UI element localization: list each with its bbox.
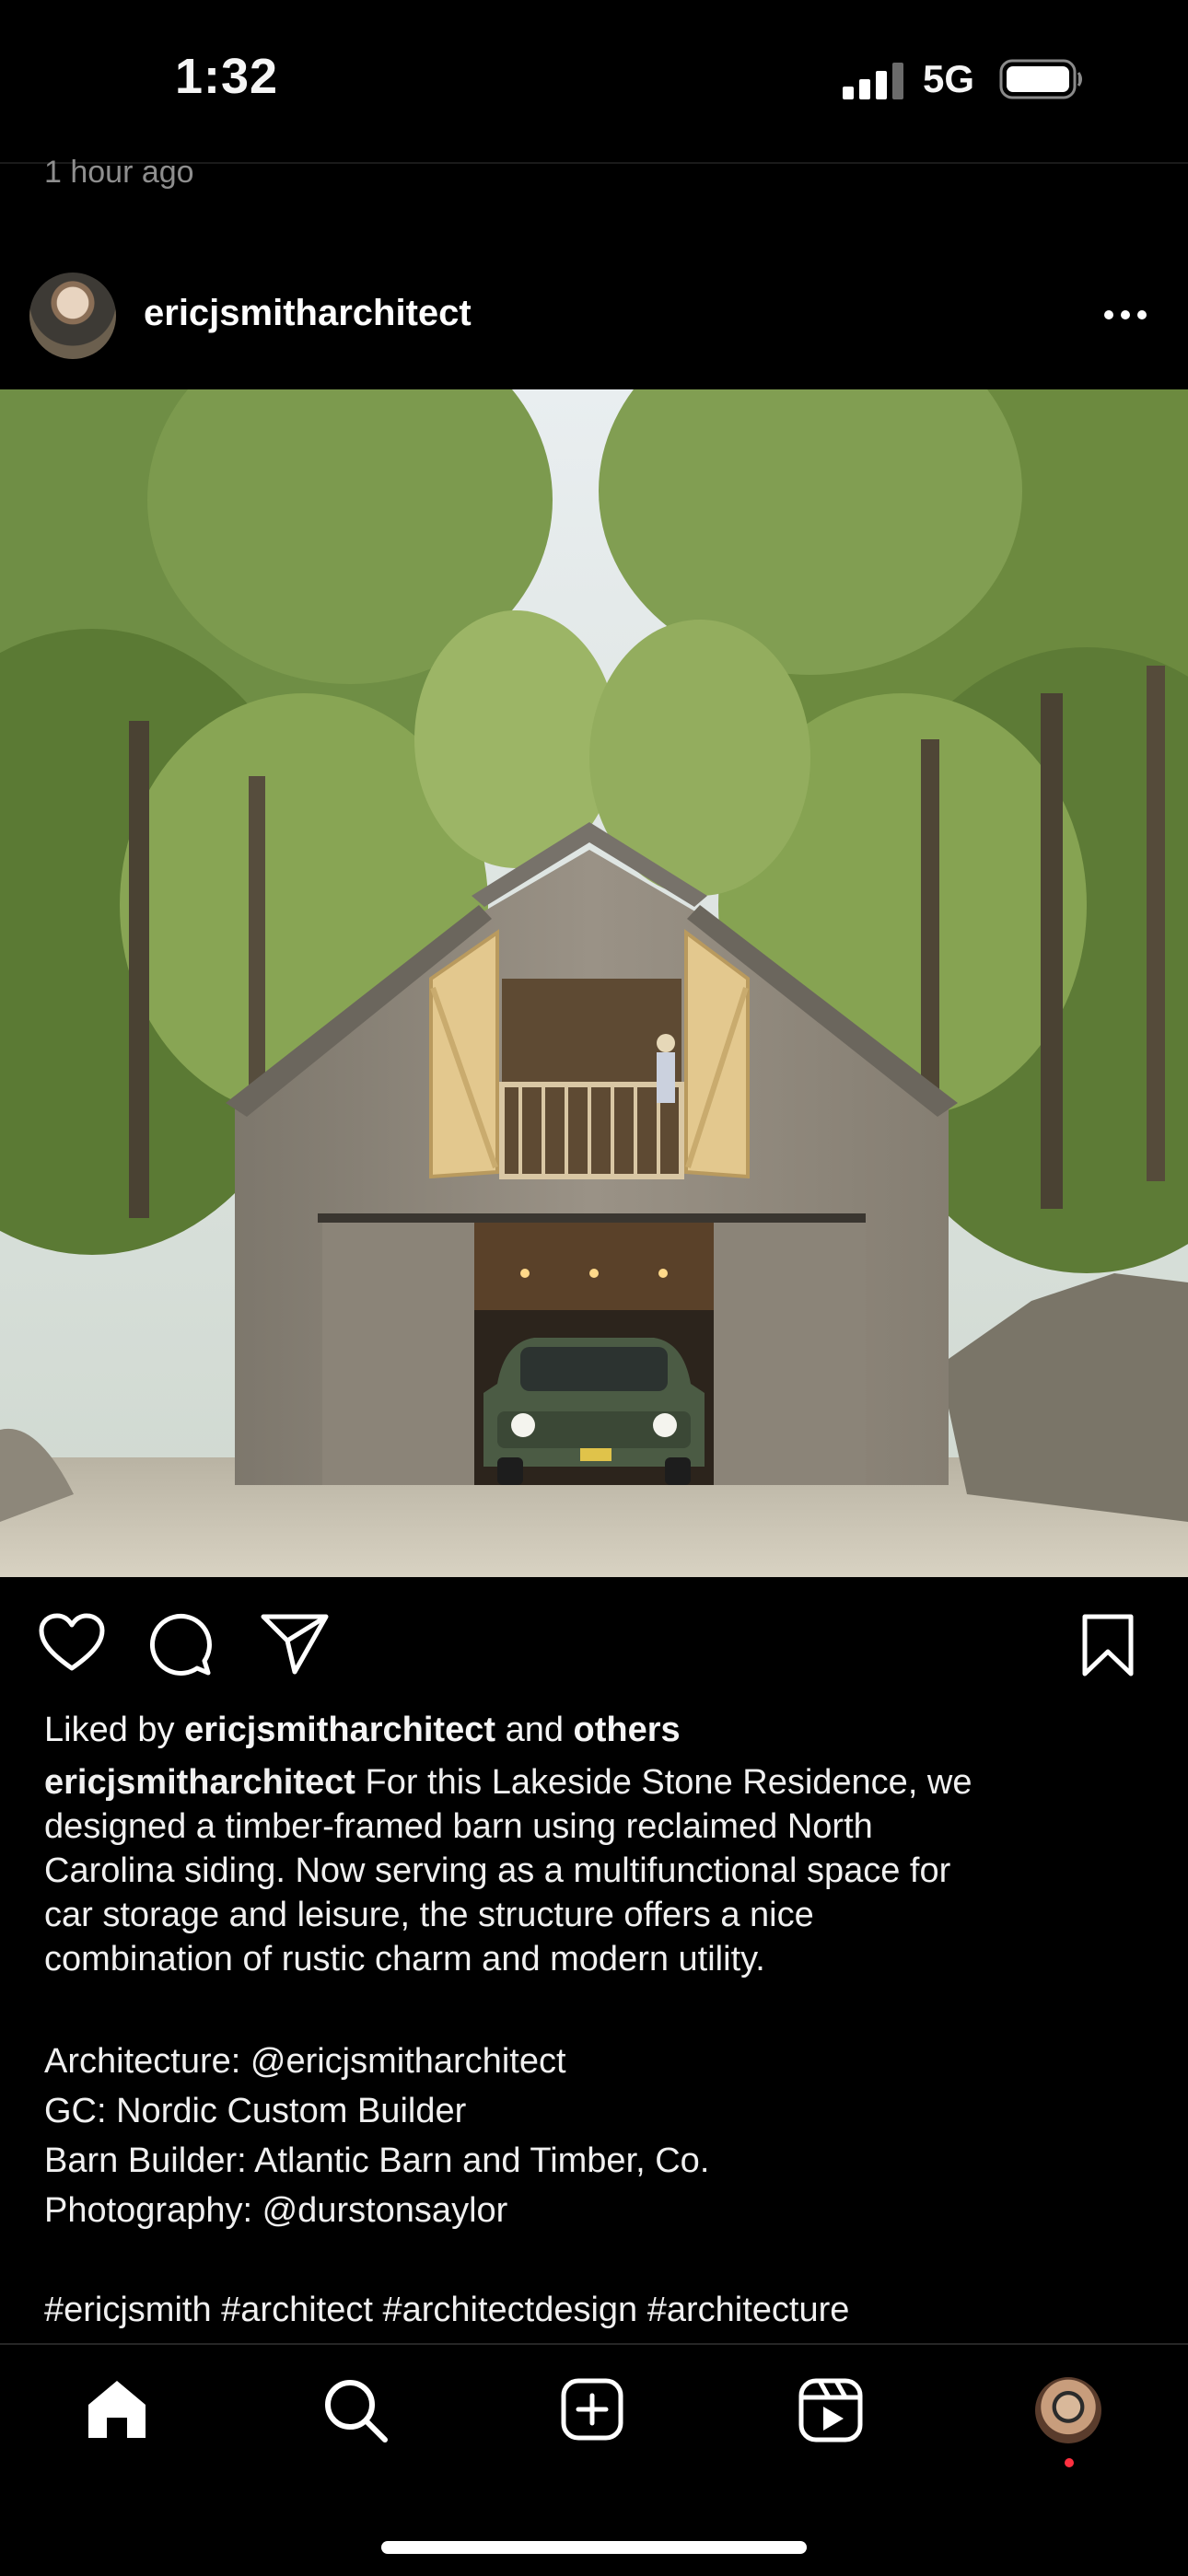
- caption-line: designed a timber-framed barn using recl…: [44, 1807, 873, 1846]
- search-icon[interactable]: [322, 2377, 389, 2443]
- liked-by-user[interactable]: ericjsmitharchitect: [184, 1711, 495, 1749]
- caption-line: ericjsmitharchitect For this Lakeside St…: [44, 1763, 973, 1802]
- likes-and: and: [495, 1711, 574, 1749]
- bookmark-save-icon[interactable]: [1079, 1613, 1136, 1677]
- post-caption: ericjsmitharchitect For this Lakeside St…: [44, 1760, 1149, 2335]
- caption-line: Carolina siding. Now serving as a multif…: [44, 1851, 951, 1890]
- credit-barn-builder: Barn Builder: Atlantic Barn and Timber, …: [44, 2141, 710, 2180]
- previous-post-timestamp: 1 hour ago: [44, 155, 194, 190]
- credit-photography: Photography: @durstonsaylor: [44, 2191, 508, 2230]
- create-post-icon[interactable]: [560, 2377, 624, 2442]
- caption-line: car storage and leisure, the structure o…: [44, 1896, 814, 1934]
- credit-architecture: Architecture: @ericjsmitharchitect: [44, 2042, 566, 2081]
- notification-dot: [1065, 2458, 1074, 2467]
- more-options-icon[interactable]: [1101, 295, 1149, 335]
- share-send-icon[interactable]: [260, 1611, 330, 1676]
- cellular-signal-icon: [843, 63, 903, 99]
- post-author-avatar[interactable]: [29, 273, 116, 359]
- home-icon[interactable]: [85, 2377, 149, 2442]
- caption-line: combination of rustic charm and modern u…: [44, 1940, 765, 1978]
- profile-avatar-tab[interactable]: [1035, 2377, 1101, 2443]
- comment-icon[interactable]: [149, 1613, 214, 1677]
- caption-username[interactable]: ericjsmitharchitect: [44, 1763, 355, 1802]
- like-heart-icon[interactable]: [39, 1613, 105, 1674]
- battery-icon: [999, 59, 1082, 99]
- status-time: 1:32: [175, 49, 279, 104]
- caption-viewport: ericjsmitharchitect For this Lakeside St…: [0, 1749, 1188, 2338]
- post-photo[interactable]: [0, 389, 1188, 1577]
- likes-prefix: Liked by: [44, 1711, 185, 1749]
- likes-summary[interactable]: Liked by ericjsmitharchitect and others: [44, 1711, 681, 1750]
- post-username[interactable]: ericjsmitharchitect: [144, 293, 472, 334]
- caption-hashtags[interactable]: #ericjsmith #architect #architectdesign …: [44, 2285, 1149, 2335]
- credit-gc: GC: Nordic Custom Builder: [44, 2092, 467, 2130]
- reels-icon[interactable]: [798, 2377, 864, 2443]
- home-indicator[interactable]: [381, 2541, 807, 2554]
- network-type: 5G: [923, 57, 975, 100]
- liked-by-others[interactable]: others: [574, 1711, 681, 1749]
